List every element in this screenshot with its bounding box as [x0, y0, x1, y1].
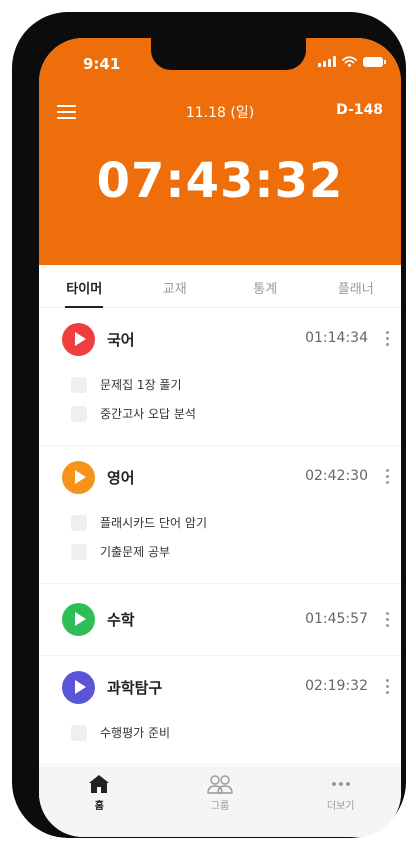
app-screen: 9:41 11.18 (일) D-148 07:43:32 타이머 교재 통계: [39, 38, 401, 837]
wifi-icon: [342, 56, 357, 67]
subject-list: 국어 01:14:34 문제집 1장 풀기 중간고사 오답 분석 영어 02:4…: [39, 308, 401, 766]
play-icon[interactable]: [62, 322, 95, 356]
nav-home[interactable]: 홈: [39, 766, 160, 837]
subject-name: 과학탐구: [107, 678, 163, 697]
task-label: 플래시카드 단어 암기: [100, 516, 207, 530]
subject-row[interactable]: 수학 01:45:57: [39, 584, 401, 655]
subject-row[interactable]: 과학탐구 02:19:32: [39, 656, 401, 718]
task-label: 기출문제 공부: [100, 545, 171, 559]
task-item[interactable]: 기출문제 공부: [39, 537, 401, 566]
task-checkbox[interactable]: [71, 376, 87, 393]
subject-row[interactable]: 영어 02:42:30: [39, 446, 401, 508]
subject-time: 02:42:30: [305, 468, 368, 484]
task-item[interactable]: 문제집 1장 풀기: [39, 370, 401, 399]
task-checkbox[interactable]: [71, 405, 87, 422]
subject-time: 02:19:32: [305, 678, 368, 694]
phone-frame: 9:41 11.18 (일) D-148 07:43:32 타이머 교재 통계: [12, 12, 406, 838]
nav-label: 홈: [94, 801, 104, 812]
status-icons: [318, 56, 386, 67]
bottom-nav: 홈 그룹 더보기: [39, 766, 401, 837]
task-item[interactable]: 중간고사 오답 분석: [39, 399, 401, 428]
nav-label: 그룹: [210, 801, 230, 812]
subject-name: 국어: [107, 330, 135, 349]
subject-name: 수학: [107, 611, 135, 629]
header: 9:41 11.18 (일) D-148 07:43:32: [39, 38, 401, 265]
dday-label[interactable]: D-148: [336, 102, 383, 118]
subject-time: 01:45:57: [305, 611, 368, 627]
battery-icon: [363, 56, 386, 67]
nav-group[interactable]: 그룹: [160, 766, 281, 837]
play-icon[interactable]: [62, 460, 95, 494]
tab-stats[interactable]: 통계: [220, 265, 311, 307]
signal-icon: [318, 56, 336, 67]
task-item[interactable]: 플래시카드 단어 암기: [39, 508, 401, 537]
task-checkbox[interactable]: [71, 724, 87, 741]
notch: [151, 38, 306, 70]
more-options-icon[interactable]: [386, 679, 389, 694]
more-options-icon[interactable]: [386, 612, 389, 627]
play-icon[interactable]: [62, 670, 95, 704]
task-checkbox[interactable]: [71, 543, 87, 560]
task-item[interactable]: 수행평가 준비: [39, 718, 401, 747]
tab-timer[interactable]: 타이머: [39, 265, 130, 308]
subject-row[interactable]: 국어 01:14:34: [39, 308, 401, 370]
total-timer: 07:43:32: [96, 153, 344, 209]
home-icon: [89, 775, 110, 793]
more-options-icon[interactable]: [386, 469, 389, 484]
subject-card: 영어 02:42:30 플래시카드 단어 암기 기출문제 공부: [39, 446, 401, 584]
subject-card: 국어 01:14:34 문제집 1장 풀기 중간고사 오답 분석: [39, 308, 401, 446]
task-label: 수행평가 준비: [100, 726, 171, 740]
subject-card: 과학탐구 02:19:32 수행평가 준비: [39, 656, 401, 765]
task-label: 중간고사 오답 분석: [100, 407, 196, 421]
subject-card: 수학 01:45:57: [39, 584, 401, 656]
status-time: 9:41: [83, 55, 121, 73]
tab-textbook[interactable]: 교재: [130, 265, 221, 307]
subject-time: 01:14:34: [305, 330, 368, 346]
more-options-icon[interactable]: [386, 331, 389, 346]
nav-label: 더보기: [326, 801, 355, 812]
nav-more[interactable]: 더보기: [280, 766, 401, 837]
more-icon: [331, 782, 350, 786]
subject-name: 영어: [107, 468, 135, 487]
task-label: 문제집 1장 풀기: [100, 378, 182, 392]
tab-bar: 타이머 교재 통계 플래너: [39, 265, 401, 308]
task-checkbox[interactable]: [71, 514, 87, 531]
play-icon[interactable]: [62, 603, 95, 636]
group-icon: [207, 775, 233, 794]
tab-planner[interactable]: 플래너: [311, 265, 402, 307]
